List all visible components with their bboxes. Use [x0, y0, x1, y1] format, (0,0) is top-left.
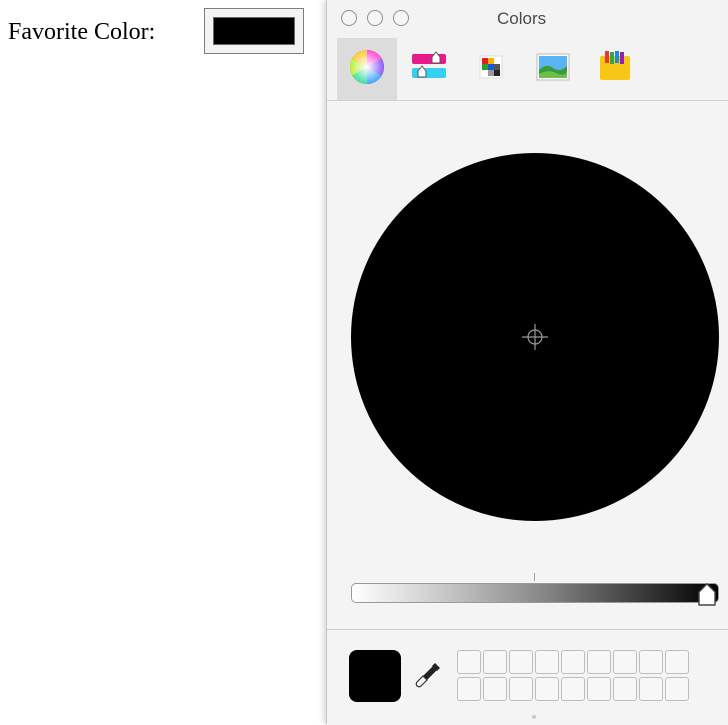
crosshair-icon [522, 324, 548, 350]
color-input[interactable] [204, 8, 304, 54]
empty-swatch-slot[interactable] [587, 650, 611, 674]
color-wheel[interactable] [351, 153, 719, 521]
color-palettes-icon [479, 55, 503, 79]
empty-swatch-slot[interactable] [457, 677, 481, 701]
color-sliders-icon [412, 51, 446, 78]
empty-swatch-slot[interactable] [483, 677, 507, 701]
crayons-icon [600, 51, 630, 80]
empty-swatch-slot[interactable] [613, 650, 637, 674]
empty-swatch-slot[interactable] [509, 650, 533, 674]
panel-title: Colors [497, 9, 547, 28]
empty-swatch-slot[interactable] [535, 650, 559, 674]
empty-swatch-slot[interactable] [639, 650, 663, 674]
brightness-track [351, 583, 719, 603]
panel-titlebar: Colors [327, 0, 728, 101]
empty-swatch-slot[interactable] [613, 677, 637, 701]
color-input-swatch [213, 17, 295, 45]
empty-swatch-slot[interactable] [587, 677, 611, 701]
current-color-swatch[interactable] [349, 650, 401, 702]
swatch-grid [457, 650, 689, 701]
tab-image-palettes[interactable] [523, 38, 583, 100]
empty-swatch-slot[interactable] [457, 650, 481, 674]
tab-color-sliders[interactable] [399, 38, 459, 100]
slider-knob[interactable] [697, 583, 717, 607]
empty-swatch-slot[interactable] [535, 677, 559, 701]
brightness-slider[interactable] [351, 573, 719, 607]
tab-crayons[interactable] [585, 38, 645, 100]
eyedropper-icon[interactable] [415, 660, 443, 692]
panel-resize-handle[interactable] [532, 715, 536, 719]
color-wheel-area [327, 101, 728, 629]
tab-color-wheel[interactable] [337, 38, 397, 100]
empty-swatch-slot[interactable] [639, 677, 663, 701]
empty-swatch-slot[interactable] [509, 677, 533, 701]
empty-swatch-slot[interactable] [561, 650, 585, 674]
color-wheel-icon [350, 50, 384, 84]
empty-swatch-slot[interactable] [665, 677, 689, 701]
empty-swatch-slot[interactable] [483, 650, 507, 674]
empty-swatch-slot[interactable] [665, 650, 689, 674]
slider-center-tick [534, 573, 535, 581]
panel-footer [327, 629, 728, 725]
empty-swatch-slot[interactable] [561, 677, 585, 701]
image-palettes-icon [536, 53, 570, 81]
colors-panel: Colors [326, 0, 728, 725]
tab-color-palettes[interactable] [461, 38, 521, 100]
favorite-color-label: Favorite Color: [8, 19, 156, 45]
